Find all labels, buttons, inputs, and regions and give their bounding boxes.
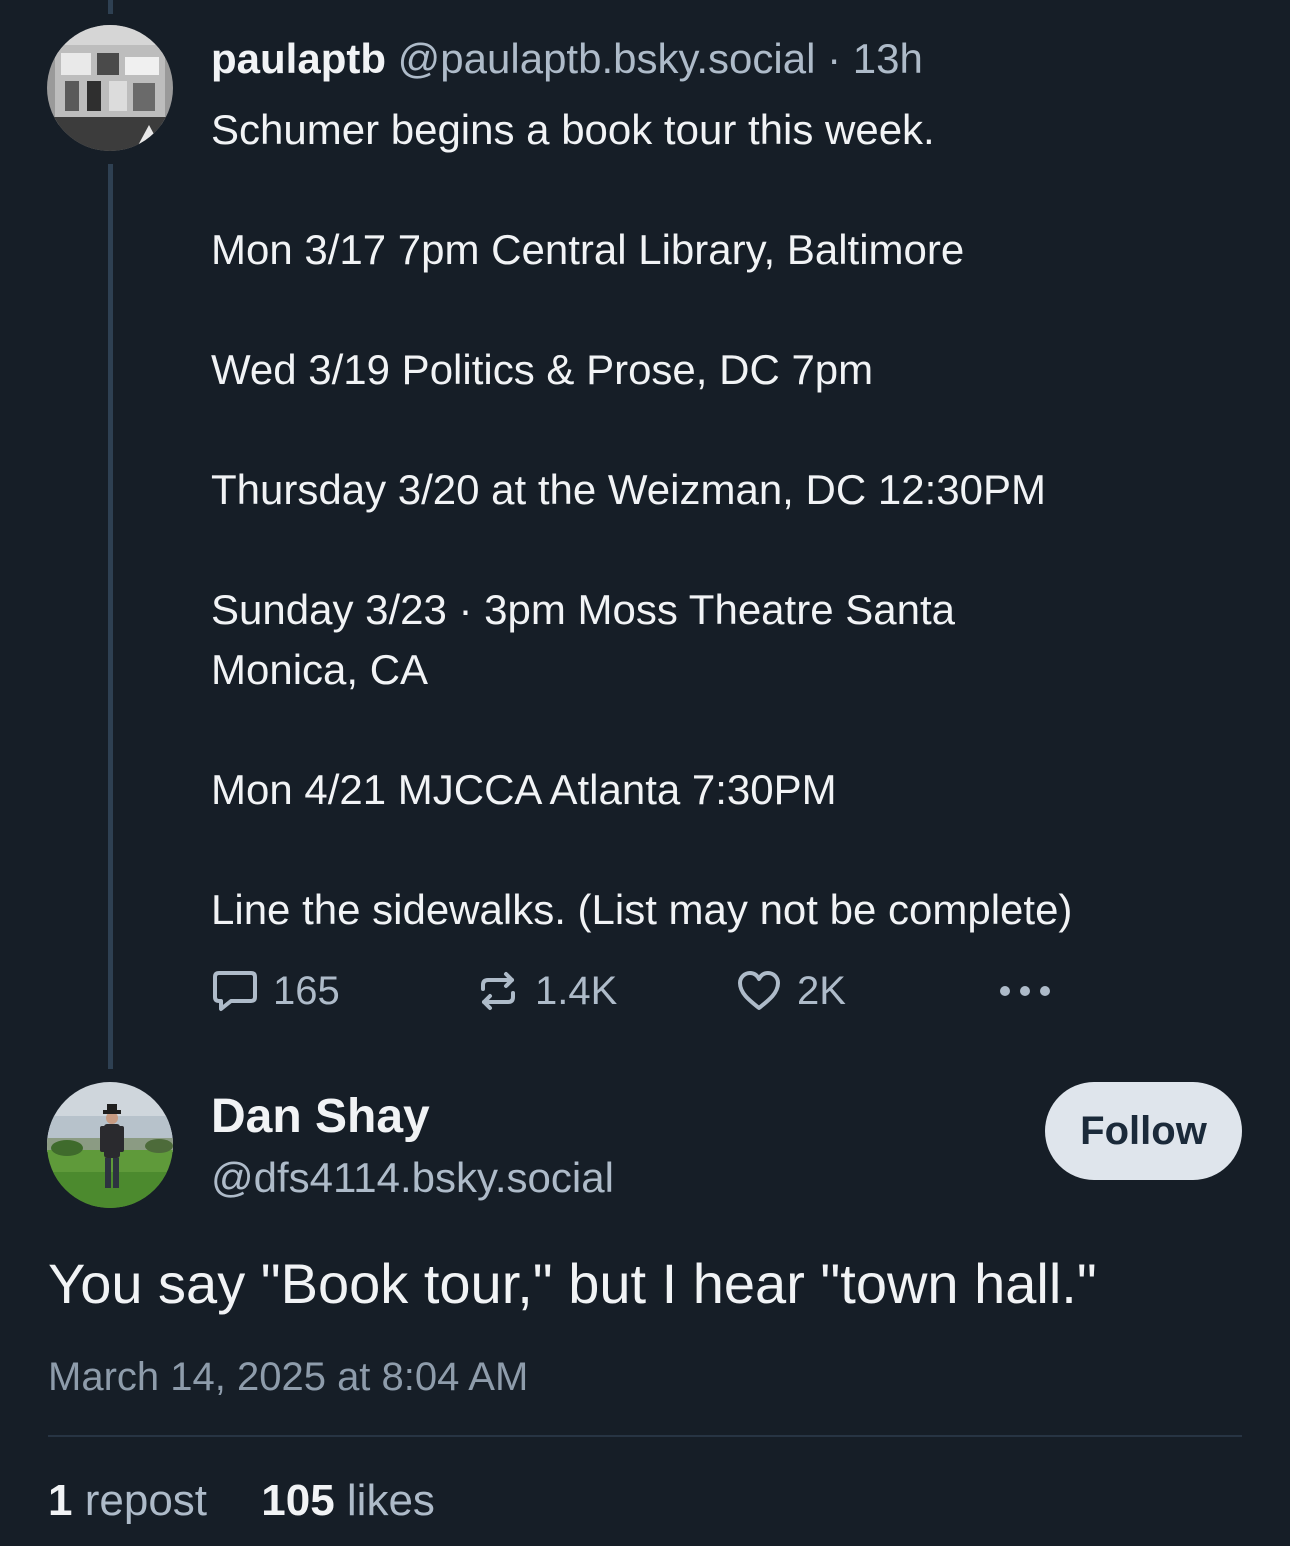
- likes-stat[interactable]: 105 likes: [261, 1474, 435, 1528]
- repost-stat-count: 1: [48, 1476, 73, 1525]
- header-separator: ·: [827, 35, 842, 82]
- repost-count: 1.4K: [535, 968, 618, 1013]
- parent-post-header: paulaptb @paulaptb.bsky.social · 13h: [211, 34, 923, 84]
- engagement-stats: 1 repost 105 likes: [48, 1474, 435, 1528]
- post-text-line: Line the sidewalks. (List may not be com…: [211, 886, 1073, 933]
- divider: [48, 1435, 1242, 1437]
- more-options-button[interactable]: [997, 964, 1067, 1018]
- ellipsis-icon: [1000, 986, 1050, 996]
- thread-connector-line: [108, 164, 113, 1069]
- post-text-line: Sunday 3/23 · 3pm Moss Theatre Santa: [211, 586, 955, 633]
- parent-post-time[interactable]: 13h: [853, 35, 923, 82]
- reposts-stat[interactable]: 1 repost: [48, 1474, 207, 1528]
- repost-arrows-icon: [481, 972, 515, 1010]
- person-photo-icon: [47, 1082, 173, 1208]
- like-button[interactable]: 2K: [735, 964, 846, 1018]
- reply-author-name[interactable]: Dan Shay: [211, 1088, 430, 1146]
- heart-icon: [738, 971, 780, 1010]
- parent-author-handle[interactable]: @paulaptb.bsky.social: [398, 35, 816, 82]
- building-photo-icon: [47, 25, 173, 151]
- parent-author-avatar[interactable]: [47, 25, 173, 151]
- post-text-line: Mon 4/21 MJCCA Atlanta 7:30PM: [211, 766, 837, 813]
- repost-button[interactable]: 1.4K: [475, 964, 617, 1018]
- follow-button[interactable]: Follow: [1045, 1082, 1242, 1180]
- reply-count: 165: [273, 968, 340, 1013]
- post-text-line: Monica, CA: [211, 646, 429, 693]
- reply-author-handle[interactable]: @dfs4114.bsky.social: [211, 1152, 614, 1204]
- like-stat-count: 105: [261, 1476, 335, 1525]
- reply-post-text: You say "Book tour," but I hear "town ha…: [48, 1252, 1097, 1315]
- parent-author-name[interactable]: paulaptb: [211, 35, 386, 82]
- post-text-line: Mon 3/17 7pm Central Library, Baltimore: [211, 226, 965, 273]
- like-count: 2K: [797, 968, 846, 1013]
- reply-author-avatar[interactable]: [47, 1082, 173, 1208]
- post-text-line: Thursday 3/20 at the Weizman, DC 12:30PM: [211, 466, 1046, 513]
- like-stat-label: likes: [346, 1476, 435, 1525]
- post-text-line: Wed 3/19 Politics & Prose, DC 7pm: [211, 346, 874, 393]
- post-action-bar: 165 1.4K 2K: [211, 964, 1071, 1018]
- post-timestamp: March 14, 2025 at 8:04 AM: [48, 1355, 529, 1399]
- thread-line-top: [108, 0, 113, 14]
- speech-bubble-icon: [213, 971, 257, 1011]
- reply-button[interactable]: 165: [211, 964, 340, 1018]
- post-text-line: Schumer begins a book tour this week.: [211, 106, 935, 153]
- repost-stat-label: repost: [84, 1476, 208, 1525]
